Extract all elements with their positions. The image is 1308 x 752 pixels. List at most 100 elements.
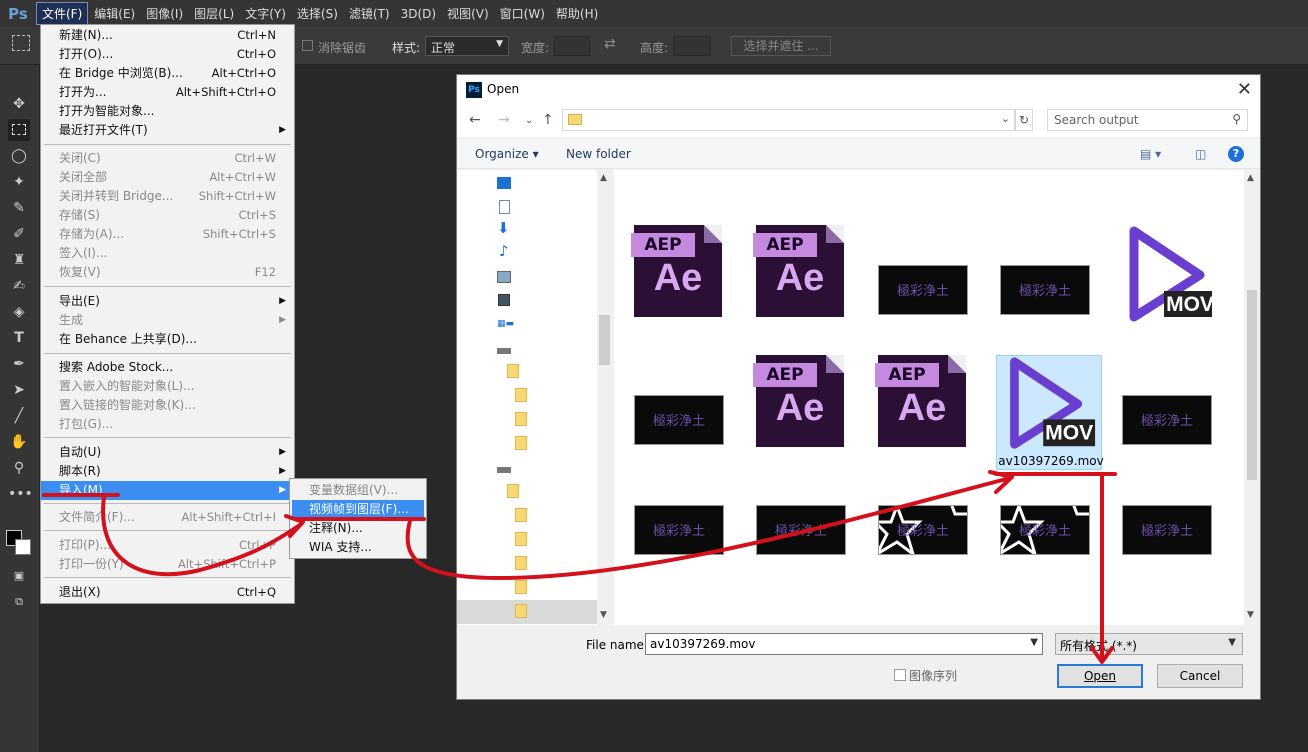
chevron-down-icon[interactable]: ▼: [1030, 637, 1038, 648]
nav-scrollbar-thumb[interactable]: [599, 315, 610, 365]
file-tile[interactable]: AEP Ae: [736, 225, 846, 337]
file-tile[interactable]: 極彩浄土: [736, 475, 846, 587]
file-name-input[interactable]: av10397269.mov ▼: [645, 633, 1043, 655]
downloads-icon[interactable]: ⬇: [497, 221, 511, 236]
style-select[interactable]: 正常 ▼: [425, 36, 509, 56]
submenu-item-video-frames[interactable]: 视频帧到图层(F)...: [292, 500, 424, 519]
forward-arrow-icon[interactable]: →: [498, 112, 510, 128]
move-tool-icon[interactable]: ✥: [8, 93, 30, 115]
menu-type[interactable]: 文字(Y): [240, 3, 291, 24]
recent-dropdown-icon[interactable]: ⌄: [525, 115, 533, 126]
type-tool-icon[interactable]: T: [8, 327, 30, 349]
refresh-icon[interactable]: ↻: [1015, 109, 1033, 131]
nav-scrollbar[interactable]: ▲ ▼: [597, 170, 612, 625]
menu-item-recent-files[interactable]: 最近打开文件(T) ▶: [41, 121, 294, 140]
swap-icon[interactable]: ⇄: [604, 36, 616, 52]
scroll-up-icon[interactable]: ▲: [1247, 173, 1254, 183]
menu-item-place-linked[interactable]: 置入链接的智能对象(K)...: [41, 396, 294, 415]
menu-item-place-embedded[interactable]: 置入嵌入的智能对象(L)...: [41, 377, 294, 396]
menu-item-automate[interactable]: 自动(U) ▶: [41, 443, 294, 462]
scroll-up-icon[interactable]: ▲: [600, 173, 607, 183]
search-input[interactable]: Search output ⚲: [1047, 109, 1248, 131]
view-options-icon[interactable]: ▤ ▾: [1140, 147, 1161, 161]
menu-window[interactable]: 窗口(W): [495, 3, 550, 24]
menu-item-exit[interactable]: 退出(X) Ctrl+Q: [41, 583, 294, 602]
cancel-button[interactable]: Cancel: [1157, 664, 1243, 688]
menu-item-revert[interactable]: 恢复(V) F12: [41, 263, 294, 282]
history-brush-icon[interactable]: ✍: [8, 275, 30, 297]
file-tile[interactable]: AEP Ae: [858, 355, 968, 467]
music-icon[interactable]: ♪: [499, 244, 513, 259]
file-tile[interactable]: AEP Ae: [736, 355, 846, 467]
menu-help[interactable]: 帮助(H): [551, 3, 603, 24]
marquee-option-icon[interactable]: [12, 35, 30, 51]
drive-icon[interactable]: [497, 348, 511, 354]
organize-button[interactable]: Organize ▾: [475, 147, 539, 161]
magic-wand-icon[interactable]: ✦: [8, 171, 30, 193]
this-pc-icon[interactable]: ▦▬: [497, 320, 514, 332]
menu-item-export[interactable]: 导出(E) ▶: [41, 292, 294, 311]
menu-file[interactable]: 文件(F): [36, 2, 89, 25]
folder-icon[interactable]: [515, 436, 527, 450]
preview-pane-icon[interactable]: ◫: [1195, 147, 1206, 161]
nav-selected-row[interactable]: [457, 600, 597, 624]
folder-icon[interactable]: [515, 580, 527, 594]
more-tools-icon[interactable]: •••: [8, 483, 33, 505]
file-tile[interactable]: 極彩浄土: [614, 355, 724, 467]
stamp-tool-icon[interactable]: ♜: [8, 249, 30, 271]
image-sequence-checkbox[interactable]: [894, 669, 906, 681]
folder-icon[interactable]: [507, 364, 519, 378]
menu-item-browse-bridge[interactable]: 在 Bridge 中浏览(B)... Alt+Ctrl+O: [41, 64, 294, 83]
file-tile[interactable]: AEP Ae: [614, 225, 724, 337]
hand-tool-icon[interactable]: ✋: [8, 431, 30, 453]
chevron-down-icon[interactable]: ⌄: [1001, 112, 1010, 125]
eyedropper-icon[interactable]: ✎: [8, 197, 30, 219]
folder-icon[interactable]: [515, 556, 527, 570]
open-button[interactable]: Open: [1057, 664, 1143, 688]
menu-3d[interactable]: 3D(D): [396, 5, 441, 23]
menu-item-print-one[interactable]: 打印一份(Y) Alt+Shift+Ctrl+P: [41, 555, 294, 574]
file-tile[interactable]: 極彩浄土: [980, 225, 1090, 337]
menu-item-search-stock[interactable]: 搜索 Adobe Stock...: [41, 358, 294, 377]
menu-item-close-go-bridge[interactable]: 关闭并转到 Bridge... Shift+Ctrl+W: [41, 187, 294, 206]
close-icon[interactable]: ✕: [1237, 79, 1252, 100]
submenu-item-notes[interactable]: 注释(N)...: [292, 519, 424, 538]
line-tool-icon[interactable]: ╱: [8, 405, 30, 427]
folder-icon[interactable]: [515, 388, 527, 402]
file-tile[interactable]: 極彩浄土: [858, 475, 968, 587]
select-and-mask-button[interactable]: 选择并遮住 ...: [731, 36, 831, 56]
menu-item-check-in[interactable]: 签入(I)...: [41, 244, 294, 263]
folder-icon[interactable]: [515, 412, 527, 426]
menu-view[interactable]: 视图(V): [442, 3, 494, 24]
eraser-tool-icon[interactable]: ◈: [8, 301, 30, 323]
folder-icon[interactable]: [515, 508, 527, 522]
file-tile[interactable]: 極彩浄土: [1102, 355, 1212, 467]
address-bar[interactable]: ⌄: [562, 109, 1015, 131]
menu-item-scripts[interactable]: 脚本(R) ▶: [41, 462, 294, 481]
menu-item-open-smart-object[interactable]: 打开为智能对象...: [41, 102, 294, 121]
menu-item-print[interactable]: 打印(P)... Ctrl+P: [41, 536, 294, 555]
menu-item-generate[interactable]: 生成 ▶: [41, 311, 294, 330]
menu-item-save-as[interactable]: 存储为(A)... Shift+Ctrl+S: [41, 225, 294, 244]
submenu-item-wia[interactable]: WIA 支持...: [292, 538, 424, 557]
menu-layer[interactable]: 图层(L): [189, 3, 239, 24]
menu-item-open-as[interactable]: 打开为... Alt+Shift+Ctrl+O: [41, 83, 294, 102]
antialias-checkbox[interactable]: [302, 40, 313, 51]
folder-icon[interactable]: [507, 484, 519, 498]
videos-icon[interactable]: [498, 294, 510, 306]
pictures-icon[interactable]: [497, 271, 511, 283]
file-tile-selected[interactable]: MOV av10397269.mov: [996, 355, 1104, 470]
back-arrow-icon[interactable]: ←: [469, 112, 481, 128]
drive-icon[interactable]: [497, 467, 511, 473]
menu-item-close-all[interactable]: 关闭全部 Alt+Ctrl+W: [41, 168, 294, 187]
path-select-icon[interactable]: ➤: [8, 379, 30, 401]
menu-image[interactable]: 图像(I): [141, 3, 188, 24]
file-tile[interactable]: MOV: [1102, 225, 1212, 337]
quick-mask-icon[interactable]: ▣: [8, 565, 30, 587]
file-tile[interactable]: 極彩浄土: [980, 475, 1090, 587]
file-tile[interactable]: 極彩浄土: [858, 225, 968, 337]
menu-item-save[interactable]: 存储(S) Ctrl+S: [41, 206, 294, 225]
submenu-item-data-sets[interactable]: 变量数据组(V)...: [292, 481, 424, 500]
screen-mode-icon[interactable]: ⧉: [8, 591, 30, 613]
desktop-icon[interactable]: [497, 177, 511, 189]
